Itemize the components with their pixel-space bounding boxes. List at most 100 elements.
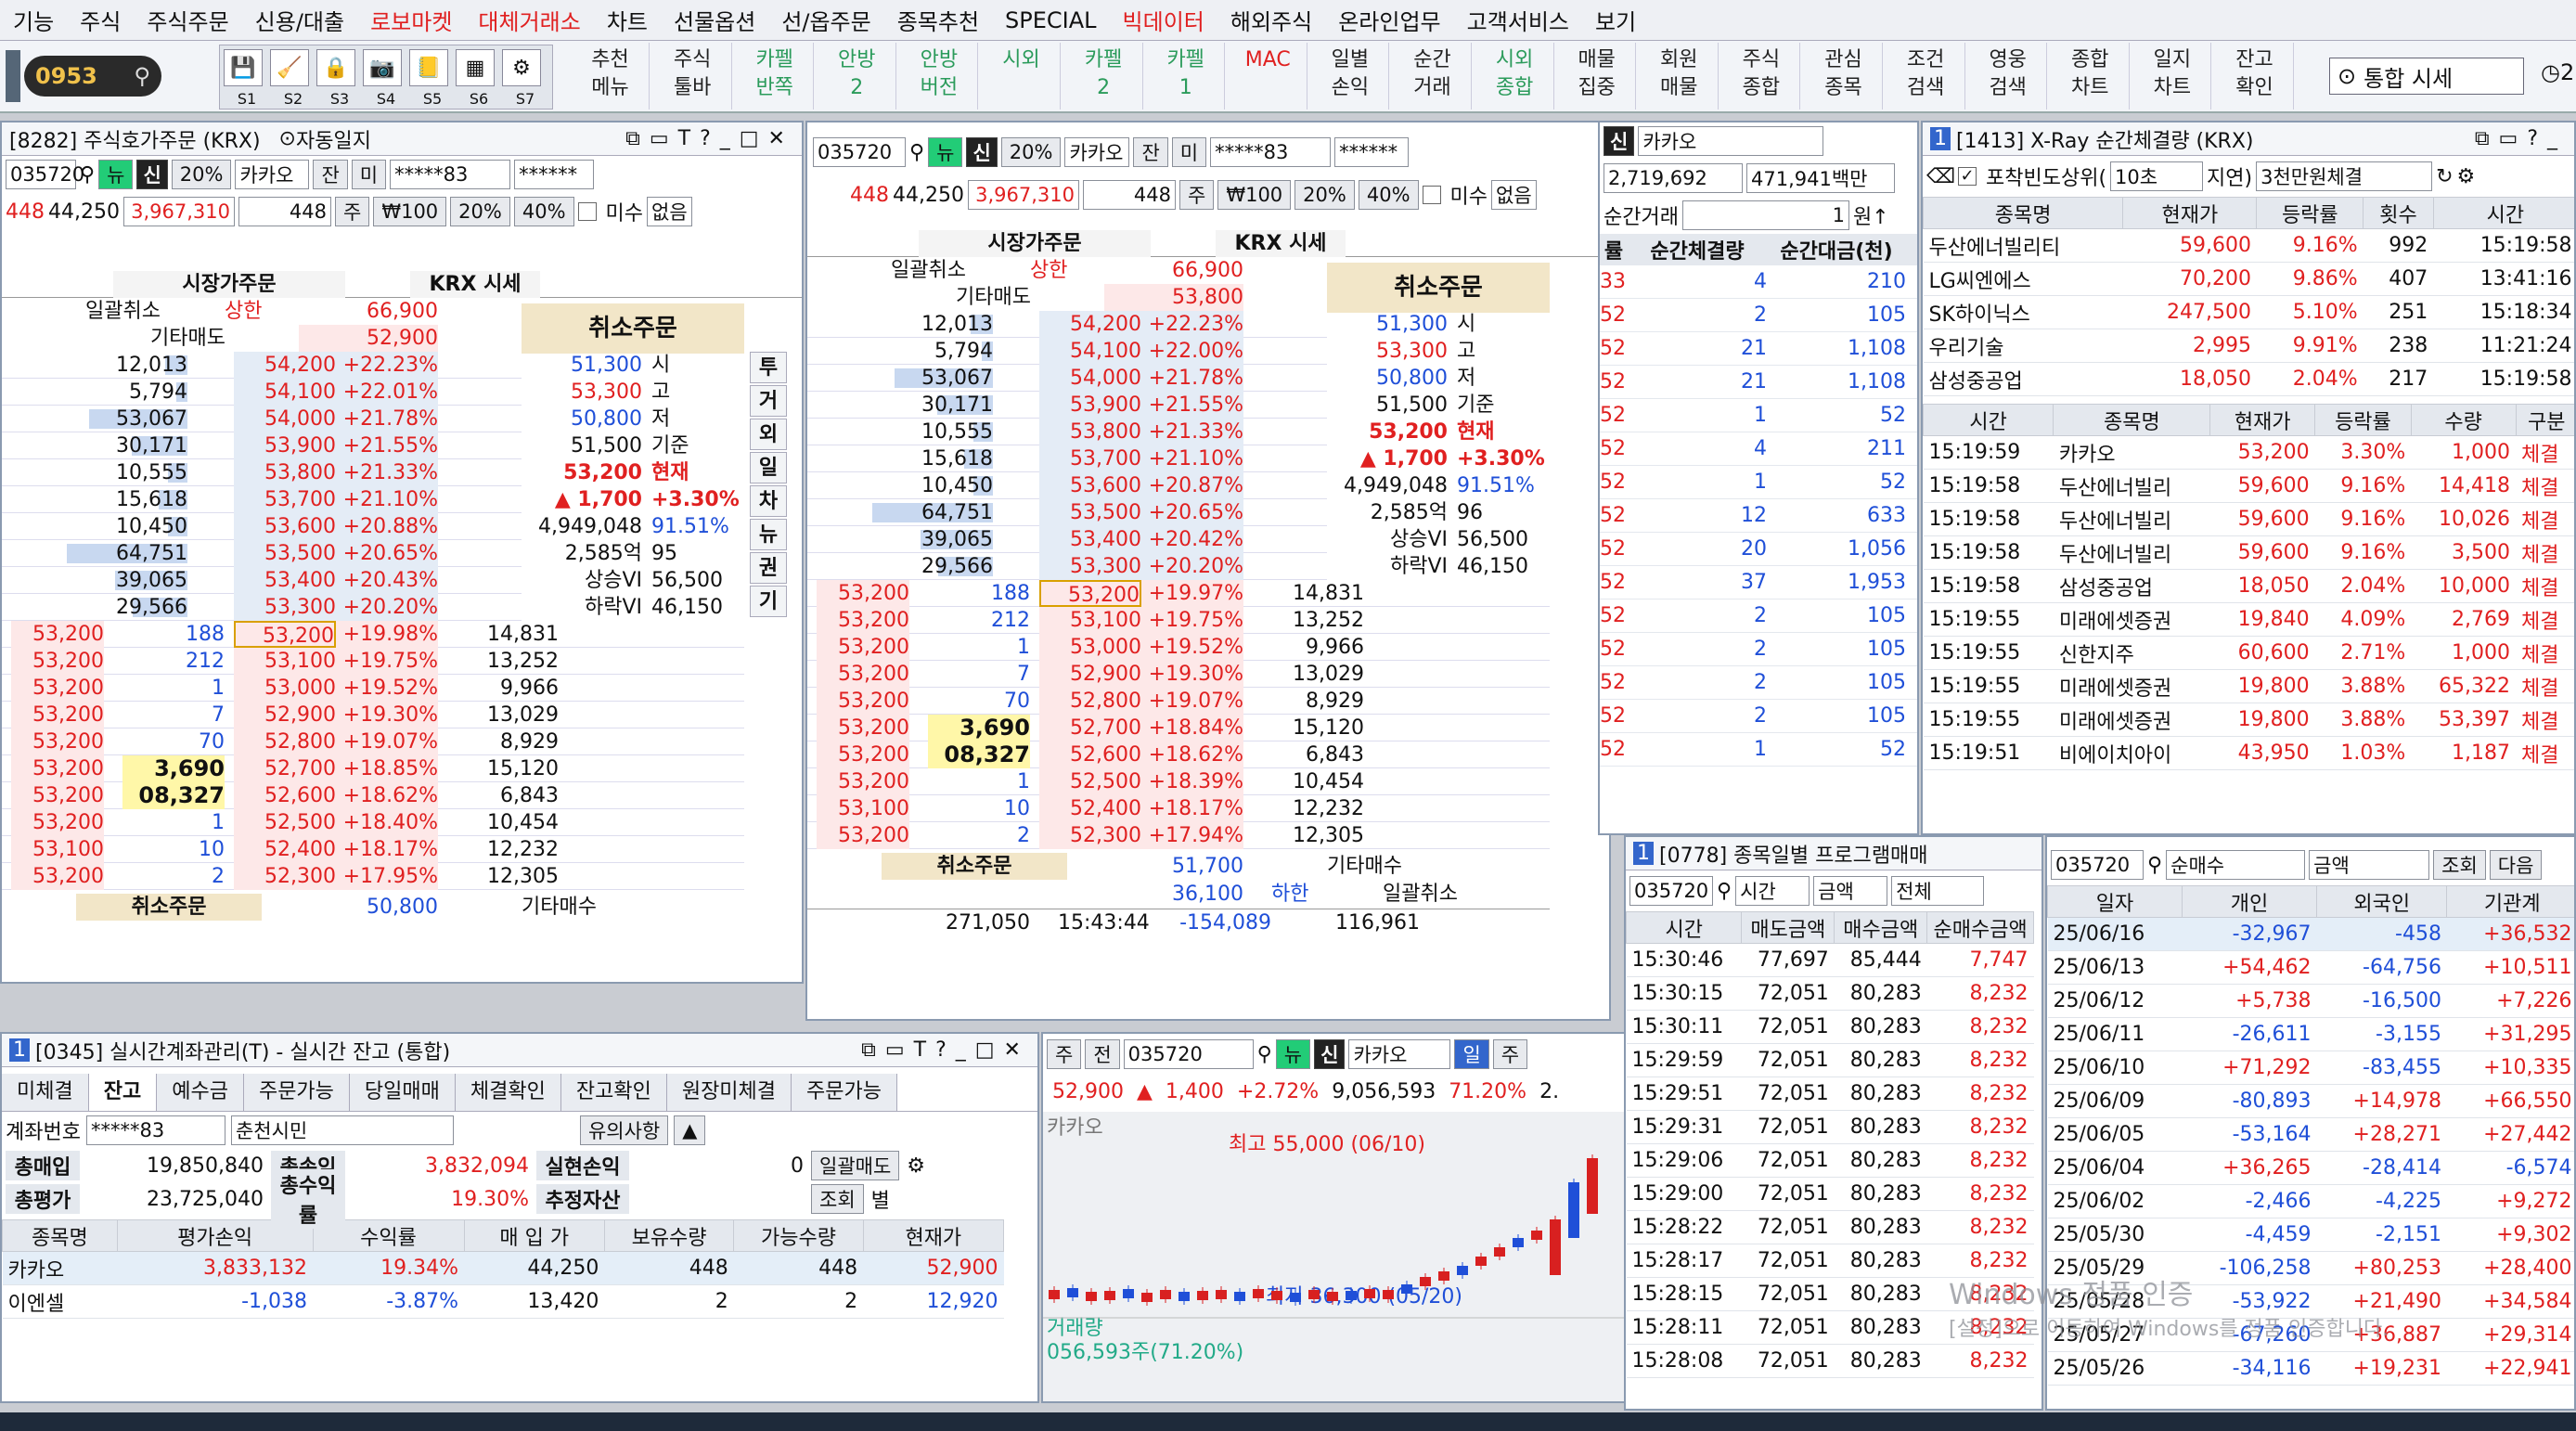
market-order-header[interactable]: 시장가주문: [113, 271, 345, 298]
menu-item-6[interactable]: 차트: [594, 4, 661, 36]
table-row[interactable]: 25/06/16 -32,967 -458 +36,532: [2047, 917, 2574, 951]
search-icon[interactable]: ⚲: [2147, 854, 2162, 877]
account-tab-7[interactable]: 원장미체결: [666, 1073, 792, 1111]
other-buy-label[interactable]: 기타매수: [1327, 853, 1475, 880]
credit-button[interactable]: 신: [136, 160, 168, 189]
collapse-icon[interactable]: ▲: [674, 1115, 706, 1145]
bid-row[interactable]: 53,200 70 52,800 +19.07% 8,929: [2, 728, 744, 755]
bid-row[interactable]: 53,200 188 53,200 +19.97% 14,831: [807, 580, 1550, 607]
ask-row[interactable]: 39,065 53,400 +20.42%: [807, 526, 1327, 553]
search-icon[interactable]: ⚲: [134, 63, 150, 89]
search-icon[interactable]: ⚲: [1257, 1043, 1272, 1066]
table-row[interactable]: 25/06/05 -53,164 +28,271 +27,442: [2047, 1117, 2574, 1152]
account-tab-4[interactable]: 당일매매: [349, 1073, 456, 1111]
quick-slot-icon-1[interactable]: 💾: [224, 49, 263, 86]
screen-number-input[interactable]: 0953 ⚲: [24, 56, 161, 97]
menu-item-15[interactable]: 보기: [1582, 4, 1649, 36]
account-tab-1[interactable]: 잔고: [88, 1073, 158, 1111]
bid-price[interactable]: 52,300: [234, 863, 336, 890]
tick-row[interactable]: 52 20 1,056: [1600, 533, 1917, 566]
column-header[interactable]: 보유수량: [603, 1219, 735, 1252]
side-tab-3[interactable]: 일: [750, 452, 787, 483]
ask-price[interactable]: 53,900: [234, 432, 336, 459]
ask-price[interactable]: 53,300: [234, 594, 336, 621]
ask-price[interactable]: 53,600: [1039, 472, 1141, 499]
window-controls[interactable]: ⧉▭T?_□✕: [861, 1038, 1030, 1062]
bulk-sell-button[interactable]: 일괄매도: [811, 1151, 900, 1180]
bid-row[interactable]: 53,200 212 53,100 +19.75% 13,252: [807, 607, 1550, 634]
unfilled-button[interactable]: 미: [1171, 137, 1207, 167]
column-header[interactable]: 매수금액: [1834, 911, 1928, 944]
ask-price[interactable]: 53,400: [1039, 526, 1141, 553]
ask-price[interactable]: 54,100: [1039, 338, 1141, 365]
bid-price[interactable]: 52,800: [234, 728, 336, 755]
ask-price[interactable]: 53,500: [1039, 499, 1141, 526]
bid-row[interactable]: 53,200 1 52,500 +18.39% 10,454: [807, 768, 1550, 795]
menu-item-3[interactable]: 신용/대출: [242, 4, 357, 36]
ask-price[interactable]: 54,000: [1039, 365, 1141, 392]
menu-item-4[interactable]: 로보마켓: [357, 4, 465, 36]
side-tab-7[interactable]: 기: [750, 586, 787, 617]
news-button[interactable]: 뉴: [1275, 1039, 1311, 1069]
column-header[interactable]: 현재가: [2122, 197, 2258, 229]
notice-button[interactable]: 유의사항: [579, 1115, 669, 1145]
ask-row[interactable]: 53,067 54,000 +21.78%: [807, 365, 1327, 392]
bid-row[interactable]: 53,200 3,690 52,700 +18.85% 15,120: [2, 755, 744, 782]
table-row[interactable]: 15:29:06 72,051 80,283 8,232: [1626, 1143, 2034, 1178]
gear-icon[interactable]: ⚙: [2457, 165, 2476, 188]
ask-row[interactable]: 64,751 53,500 +20.65%: [2, 540, 522, 567]
ask-price[interactable]: 53,400: [234, 567, 336, 594]
toolbar-button-15[interactable]: 관심 종목: [1805, 43, 1883, 110]
refresh-icon[interactable]: ↻: [2436, 165, 2453, 188]
bid-row[interactable]: 53,200 212 53,100 +19.75% 13,252: [2, 648, 744, 675]
table-row[interactable]: 15:29:51 72,051 80,283 8,232: [1626, 1076, 2034, 1111]
toolbar-button-16[interactable]: 조건 검색: [1887, 43, 1965, 110]
table-row[interactable]: 카카오 3,833,132 19.34% 44,250 448 448 52,900: [2, 1251, 1004, 1285]
bid-row[interactable]: 53,200 2 52,300 +17.94% 12,305: [807, 822, 1550, 849]
frequency-checkbox[interactable]: ✓: [1958, 167, 1977, 186]
tick-row[interactable]: 52 2 105: [1600, 700, 1917, 733]
column-header[interactable]: 매 입 가: [463, 1219, 605, 1252]
stock-code-input[interactable]: 035720: [813, 137, 906, 167]
tick-filter-input[interactable]: 1: [1681, 200, 1849, 230]
ask-row[interactable]: 29,566 53,300 +20.20%: [2, 594, 522, 621]
table-row[interactable]: 15:30:15 72,051 80,283 8,232: [1626, 976, 2034, 1011]
ask-row[interactable]: 30,171 53,900 +21.55%: [2, 432, 522, 459]
password-input[interactable]: ******: [514, 160, 595, 189]
ask-row[interactable]: 10,450 53,600 +20.87%: [807, 472, 1327, 499]
column-header[interactable]: 기관계: [2446, 885, 2574, 918]
table-row[interactable]: 15:29:59 72,051 80,283 8,232: [1626, 1043, 2034, 1077]
grip-handle[interactable]: [6, 50, 20, 102]
ask-row[interactable]: 10,555 53,800 +21.33%: [2, 459, 522, 486]
table-row[interactable]: 15:29:31 72,051 80,283 8,232: [1626, 1110, 2034, 1144]
menu-item-13[interactable]: 온라인업무: [1325, 4, 1453, 36]
cancel-order-button-bottom[interactable]: 취소주문: [882, 853, 1067, 880]
order-qty-input[interactable]: 448: [238, 197, 331, 226]
period-week-button[interactable]: 주: [1047, 1039, 1082, 1069]
pct-20-button[interactable]: 20%: [1294, 180, 1355, 210]
table-row[interactable]: 25/06/04 +36,265 -28,414 -6,574: [2047, 1151, 2574, 1185]
ask-price[interactable]: 53,800: [1039, 419, 1141, 445]
table-row[interactable]: 25/06/10 +71,292 -83,455 +10,335: [2047, 1051, 2574, 1085]
table-row[interactable]: 15:29:00 72,051 80,283 8,232: [1626, 1177, 2034, 1211]
amount-100-button[interactable]: ₩100: [373, 197, 447, 226]
gear-icon[interactable]: ⚙: [907, 1154, 925, 1178]
ask-row[interactable]: 30,171 53,900 +21.55%: [807, 392, 1327, 419]
bid-row[interactable]: 53,200 3,690 52,700 +18.84% 15,120: [807, 715, 1550, 741]
bid-row[interactable]: 53,100 10 52,400 +18.17% 12,232: [2, 836, 744, 863]
tick-row[interactable]: 52 21 1,108: [1600, 366, 1917, 399]
ask-price[interactable]: 54,200: [234, 352, 336, 379]
ask-row[interactable]: 64,751 53,500 +20.65%: [807, 499, 1327, 526]
period-select[interactable]: 10초: [2110, 161, 2204, 191]
ask-price[interactable]: 53,600: [234, 513, 336, 540]
bid-price[interactable]: 52,500: [234, 809, 336, 836]
ask-price[interactable]: 53,500: [234, 540, 336, 567]
stock-name-input[interactable]: 카카오: [1638, 126, 1824, 156]
bid-price[interactable]: 52,400: [1039, 795, 1141, 822]
search-icon[interactable]: ⚲: [1717, 880, 1732, 903]
column-header[interactable]: 현재가: [2209, 404, 2316, 436]
ask-price[interactable]: 53,300: [1039, 553, 1141, 580]
inquire-button[interactable]: 조회: [2433, 850, 2486, 880]
amount-select[interactable]: 금액: [1813, 876, 1888, 906]
column-header[interactable]: 시간: [2432, 197, 2574, 229]
